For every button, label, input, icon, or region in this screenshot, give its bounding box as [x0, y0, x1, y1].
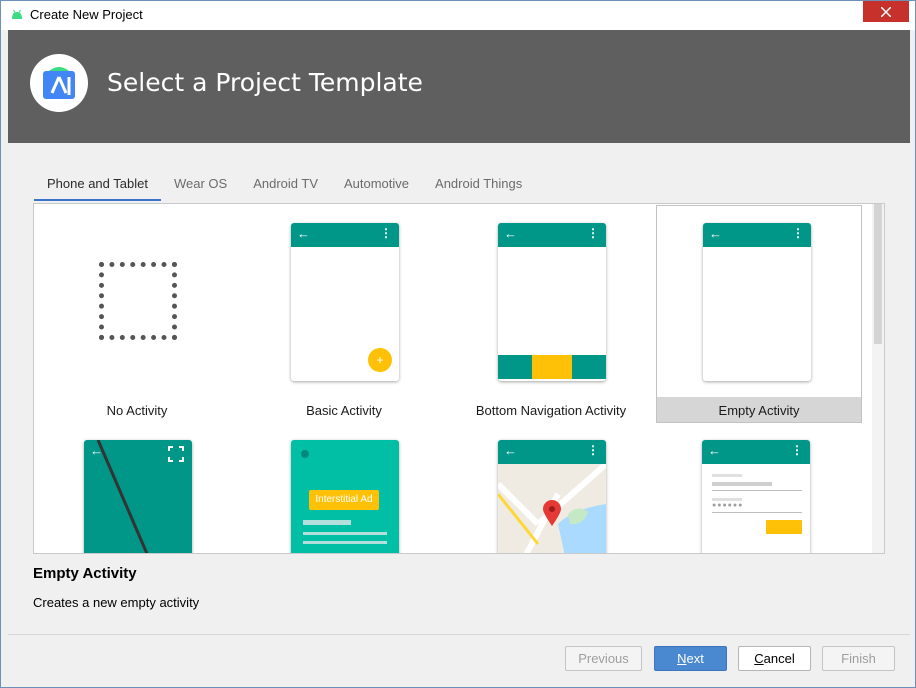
- footer-divider: [8, 634, 910, 635]
- phone-preview: ← ⋮ +: [291, 223, 399, 381]
- back-arrow-icon: ←: [504, 226, 517, 241]
- template-interstitial-ad[interactable]: Interstitial Ad: [241, 436, 447, 553]
- overflow-menu-icon: ⋮: [792, 226, 804, 240]
- android-icon: [12, 9, 22, 19]
- template-empty-activity[interactable]: ← ⋮ Empty Activity: [656, 205, 862, 423]
- phone-preview: ← ⋮: [703, 223, 811, 381]
- template-description-title: Empty Activity: [33, 565, 137, 582]
- template-label: Basic Activity: [306, 403, 382, 418]
- tab-android-tv[interactable]: Android TV: [240, 171, 331, 201]
- template-description-text: Creates a new empty activity: [33, 595, 200, 610]
- android-studio-logo: [30, 54, 88, 112]
- tab-automotive[interactable]: Automotive: [331, 171, 422, 201]
- wizard-header: Select a Project Template: [8, 30, 910, 143]
- next-button[interactable]: Next: [654, 646, 727, 671]
- scrollbar-thumb[interactable]: [874, 204, 882, 344]
- tab-android-things[interactable]: Android Things: [422, 171, 535, 201]
- next-mnemonic: N: [677, 651, 687, 666]
- status-dot: [301, 450, 309, 458]
- empty-placeholder-icon: [99, 262, 177, 340]
- template-basic-activity[interactable]: ← ⋮ + Basic Activity: [241, 204, 447, 422]
- phone-preview: ← ⋮: [498, 223, 606, 381]
- back-arrow-icon: ←: [709, 226, 722, 241]
- back-arrow-icon: ←: [504, 443, 517, 458]
- phone-preview: Interstitial Ad: [291, 440, 399, 553]
- close-icon: [881, 6, 891, 17]
- cancel-button[interactable]: Cancel: [738, 646, 811, 671]
- template-login-activity[interactable]: ← ⋮ ●●●●●●: [656, 436, 862, 553]
- overflow-menu-icon: ⋮: [380, 226, 392, 240]
- template-google-maps-activity[interactable]: ← ⋮: [448, 436, 654, 553]
- cancel-mnemonic: C: [754, 651, 764, 666]
- back-arrow-icon: ←: [708, 443, 721, 458]
- phone-preview: ←: [84, 440, 192, 553]
- template-gallery: No Activity ← ⋮ + Basic Activity ← ⋮ Botto…: [33, 203, 885, 554]
- bottom-nav-bar: [498, 355, 606, 379]
- android-studio-icon: [43, 67, 75, 99]
- back-arrow-icon: ←: [90, 443, 103, 458]
- cancel-label: ancel: [763, 651, 795, 666]
- previous-button[interactable]: Previous: [565, 646, 642, 671]
- template-no-activity[interactable]: No Activity: [34, 204, 240, 422]
- fab-icon: +: [368, 348, 392, 372]
- phone-preview: ← ⋮: [498, 440, 606, 553]
- next-label: ext: [686, 651, 704, 666]
- password-dots: ●●●●●●: [712, 502, 744, 509]
- back-arrow-icon: ←: [297, 226, 310, 241]
- title-bar: Create New Project: [1, 1, 915, 30]
- template-label: No Activity: [106, 403, 168, 418]
- tab-wear-os[interactable]: Wear OS: [161, 171, 240, 201]
- interstitial-ad-badge: Interstitial Ad: [309, 490, 379, 510]
- tab-phone-and-tablet[interactable]: Phone and Tablet: [34, 171, 161, 201]
- page-title: Select a Project Template: [107, 68, 423, 97]
- finish-button[interactable]: Finish: [822, 646, 895, 671]
- overflow-menu-icon: ⋮: [587, 226, 599, 240]
- close-button[interactable]: [863, 1, 909, 22]
- create-project-window: Create New Project Select a Project Temp…: [0, 0, 916, 688]
- phone-preview: ← ⋮ ●●●●●●: [702, 440, 810, 553]
- fullscreen-icon: [168, 446, 184, 462]
- map-pin-icon: [543, 500, 561, 526]
- window-title: Create New Project: [30, 7, 143, 22]
- template-bottom-navigation-activity[interactable]: ← ⋮ Bottom Navigation Activity: [448, 204, 654, 422]
- template-label: Bottom Navigation Activity: [475, 403, 627, 418]
- template-label: Empty Activity: [718, 403, 800, 418]
- overflow-menu-icon: ⋮: [587, 443, 599, 457]
- gallery-scrollbar[interactable]: [872, 204, 884, 553]
- overflow-menu-icon: ⋮: [791, 443, 803, 457]
- template-fullscreen-activity[interactable]: ←: [34, 436, 240, 553]
- form-factor-tabs: Phone and Tablet Wear OS Android TV Auto…: [34, 171, 535, 201]
